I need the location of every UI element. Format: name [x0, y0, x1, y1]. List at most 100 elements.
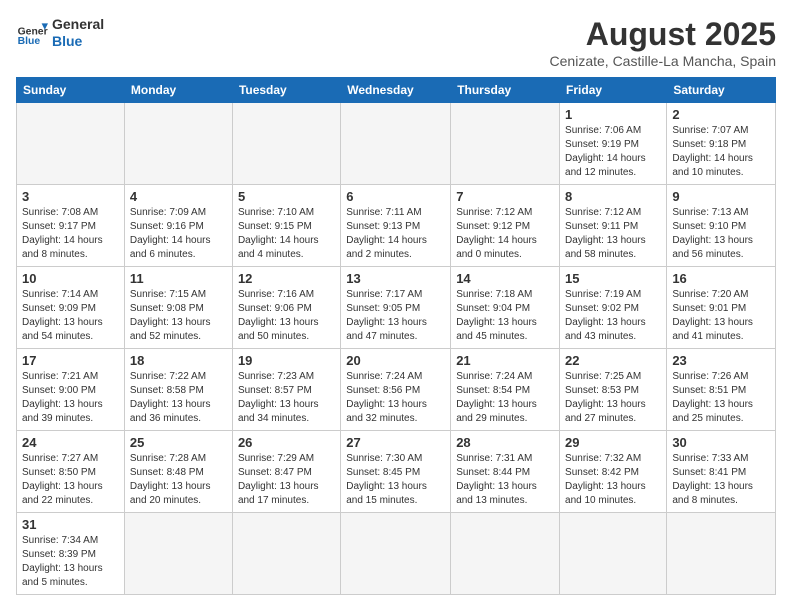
- day-info: Sunrise: 7:32 AM Sunset: 8:42 PM Dayligh…: [565, 452, 661, 508]
- calendar-cell: [232, 513, 340, 595]
- day-number: 26: [238, 435, 335, 450]
- day-info: Sunrise: 7:24 AM Sunset: 8:54 PM Dayligh…: [456, 370, 554, 426]
- calendar-cell: [341, 103, 451, 185]
- day-number: 8: [565, 189, 661, 204]
- day-number: 31: [22, 517, 119, 532]
- day-number: 19: [238, 353, 335, 368]
- calendar-cell: 17Sunrise: 7:21 AM Sunset: 9:00 PM Dayli…: [17, 349, 125, 431]
- calendar-cell: 31 Sunrise: 7:34 AM Sunset: 8:39 PM Dayli…: [17, 513, 125, 595]
- day-number: 29: [565, 435, 661, 450]
- weekday-header-wednesday: Wednesday: [341, 78, 451, 103]
- day-info: Sunrise: 7:25 AM Sunset: 8:53 PM Dayligh…: [565, 370, 661, 426]
- calendar-cell: 13 Sunrise: 7:17 AM Sunset: 9:05 PM Dayli…: [341, 267, 451, 349]
- day-number: 2: [672, 107, 770, 122]
- calendar-cell: [232, 103, 340, 185]
- day-info: Sunrise: 7:28 AM Sunset: 8:48 PM Dayligh…: [130, 452, 227, 508]
- weekday-header-thursday: Thursday: [451, 78, 560, 103]
- day-info: Sunrise: 7:16 AM Sunset: 9:06 PM Dayligh…: [238, 288, 335, 344]
- calendar-cell: 28Sunrise: 7:31 AM Sunset: 8:44 PM Dayli…: [451, 431, 560, 513]
- calendar-cell: 26 Sunrise: 7:29 AM Sunset: 8:47 PM Dayli…: [232, 431, 340, 513]
- calendar-week-row: 1 Sunrise: 7:06 AM Sunset: 9:19 PM Daylig…: [17, 103, 776, 185]
- day-info: Sunrise: 7:21 AM Sunset: 9:00 PM Dayligh…: [22, 370, 119, 426]
- day-info: Sunrise: 7:22 AM Sunset: 8:58 PM Dayligh…: [130, 370, 227, 426]
- calendar-cell: 5Sunrise: 7:10 AM Sunset: 9:15 PM Daylig…: [232, 185, 340, 267]
- day-number: 1: [565, 107, 661, 122]
- day-number: 27: [346, 435, 445, 450]
- calendar-cell: [560, 513, 667, 595]
- day-number: 3: [22, 189, 119, 204]
- day-info: Sunrise: 7:34 AM Sunset: 8:39 PM Dayligh…: [22, 534, 119, 590]
- calendar-cell: 23 Sunrise: 7:26 AM Sunset: 8:51 PM Dayli…: [667, 349, 776, 431]
- day-number: 7: [456, 189, 554, 204]
- calendar-cell: 16Sunrise: 7:20 AM Sunset: 9:01 PM Dayli…: [667, 267, 776, 349]
- calendar-cell: 14Sunrise: 7:18 AM Sunset: 9:04 PM Dayli…: [451, 267, 560, 349]
- calendar-cell: 3 Sunrise: 7:08 AM Sunset: 9:17 PM Daylig…: [17, 185, 125, 267]
- weekday-header-row: SundayMondayTuesdayWednesdayThursdayFrid…: [17, 78, 776, 103]
- day-number: 22: [565, 353, 661, 368]
- day-info: Sunrise: 7:26 AM Sunset: 8:51 PM Dayligh…: [672, 370, 770, 426]
- day-info: Sunrise: 7:15 AM Sunset: 9:08 PM Dayligh…: [130, 288, 227, 344]
- calendar-cell: 24 Sunrise: 7:27 AM Sunset: 8:50 PM Dayli…: [17, 431, 125, 513]
- calendar-cell: 4Sunrise: 7:09 AM Sunset: 9:16 PM Daylig…: [124, 185, 232, 267]
- day-number: 20: [346, 353, 445, 368]
- calendar-cell: 29 Sunrise: 7:32 AM Sunset: 8:42 PM Dayli…: [560, 431, 667, 513]
- calendar-cell: 25 Sunrise: 7:28 AM Sunset: 8:48 PM Dayli…: [124, 431, 232, 513]
- weekday-header-tuesday: Tuesday: [232, 78, 340, 103]
- day-info: Sunrise: 7:19 AM Sunset: 9:02 PM Dayligh…: [565, 288, 661, 344]
- day-number: 18: [130, 353, 227, 368]
- calendar-week-row: 31 Sunrise: 7:34 AM Sunset: 8:39 PM Dayli…: [17, 513, 776, 595]
- day-info: Sunrise: 7:06 AM Sunset: 9:19 PM Dayligh…: [565, 124, 661, 180]
- day-number: 12: [238, 271, 335, 286]
- calendar-cell: 1 Sunrise: 7:06 AM Sunset: 9:19 PM Daylig…: [560, 103, 667, 185]
- location-subtitle: Cenizate, Castille-La Mancha, Spain: [550, 53, 776, 69]
- day-info: Sunrise: 7:18 AM Sunset: 9:04 PM Dayligh…: [456, 288, 554, 344]
- calendar-week-row: 24 Sunrise: 7:27 AM Sunset: 8:50 PM Dayli…: [17, 431, 776, 513]
- day-info: Sunrise: 7:13 AM Sunset: 9:10 PM Dayligh…: [672, 206, 770, 262]
- calendar-cell: [667, 513, 776, 595]
- calendar-cell: 11Sunrise: 7:15 AM Sunset: 9:08 PM Dayli…: [124, 267, 232, 349]
- day-info: Sunrise: 7:31 AM Sunset: 8:44 PM Dayligh…: [456, 452, 554, 508]
- calendar-cell: 2 Sunrise: 7:07 AM Sunset: 9:18 PM Daylig…: [667, 103, 776, 185]
- day-info: Sunrise: 7:08 AM Sunset: 9:17 PM Dayligh…: [22, 206, 119, 262]
- calendar-cell: 27Sunrise: 7:30 AM Sunset: 8:45 PM Dayli…: [341, 431, 451, 513]
- logo-general-text: General: [52, 16, 104, 33]
- day-info: Sunrise: 7:12 AM Sunset: 9:11 PM Dayligh…: [565, 206, 661, 262]
- weekday-header-saturday: Saturday: [667, 78, 776, 103]
- logo: General Blue General Blue: [16, 16, 104, 50]
- day-number: 6: [346, 189, 445, 204]
- day-info: Sunrise: 7:14 AM Sunset: 9:09 PM Dayligh…: [22, 288, 119, 344]
- day-info: Sunrise: 7:11 AM Sunset: 9:13 PM Dayligh…: [346, 206, 445, 262]
- svg-text:Blue: Blue: [18, 36, 41, 47]
- day-number: 25: [130, 435, 227, 450]
- calendar-cell: [124, 513, 232, 595]
- calendar-cell: 20Sunrise: 7:24 AM Sunset: 8:56 PM Dayli…: [341, 349, 451, 431]
- calendar-cell: [124, 103, 232, 185]
- day-number: 13: [346, 271, 445, 286]
- calendar-cell: 19Sunrise: 7:23 AM Sunset: 8:57 PM Dayli…: [232, 349, 340, 431]
- calendar-cell: [451, 513, 560, 595]
- day-number: 23: [672, 353, 770, 368]
- day-number: 15: [565, 271, 661, 286]
- day-info: Sunrise: 7:12 AM Sunset: 9:12 PM Dayligh…: [456, 206, 554, 262]
- calendar-cell: [17, 103, 125, 185]
- day-info: Sunrise: 7:27 AM Sunset: 8:50 PM Dayligh…: [22, 452, 119, 508]
- weekday-header-friday: Friday: [560, 78, 667, 103]
- day-info: Sunrise: 7:07 AM Sunset: 9:18 PM Dayligh…: [672, 124, 770, 180]
- calendar-cell: 6 Sunrise: 7:11 AM Sunset: 9:13 PM Daylig…: [341, 185, 451, 267]
- calendar-cell: 22 Sunrise: 7:25 AM Sunset: 8:53 PM Dayli…: [560, 349, 667, 431]
- calendar-cell: 9Sunrise: 7:13 AM Sunset: 9:10 PM Daylig…: [667, 185, 776, 267]
- day-number: 16: [672, 271, 770, 286]
- day-info: Sunrise: 7:33 AM Sunset: 8:41 PM Dayligh…: [672, 452, 770, 508]
- day-info: Sunrise: 7:29 AM Sunset: 8:47 PM Dayligh…: [238, 452, 335, 508]
- calendar-cell: 12 Sunrise: 7:16 AM Sunset: 9:06 PM Dayli…: [232, 267, 340, 349]
- day-info: Sunrise: 7:17 AM Sunset: 9:05 PM Dayligh…: [346, 288, 445, 344]
- day-info: Sunrise: 7:09 AM Sunset: 9:16 PM Dayligh…: [130, 206, 227, 262]
- day-info: Sunrise: 7:10 AM Sunset: 9:15 PM Dayligh…: [238, 206, 335, 262]
- calendar-table: SundayMondayTuesdayWednesdayThursdayFrid…: [16, 77, 776, 595]
- logo-icon: General Blue: [16, 17, 48, 49]
- calendar-cell: 30Sunrise: 7:33 AM Sunset: 8:41 PM Dayli…: [667, 431, 776, 513]
- calendar-week-row: 3 Sunrise: 7:08 AM Sunset: 9:17 PM Daylig…: [17, 185, 776, 267]
- day-number: 24: [22, 435, 119, 450]
- calendar-cell: 15 Sunrise: 7:19 AM Sunset: 9:02 PM Dayli…: [560, 267, 667, 349]
- calendar-cell: 10Sunrise: 7:14 AM Sunset: 9:09 PM Dayli…: [17, 267, 125, 349]
